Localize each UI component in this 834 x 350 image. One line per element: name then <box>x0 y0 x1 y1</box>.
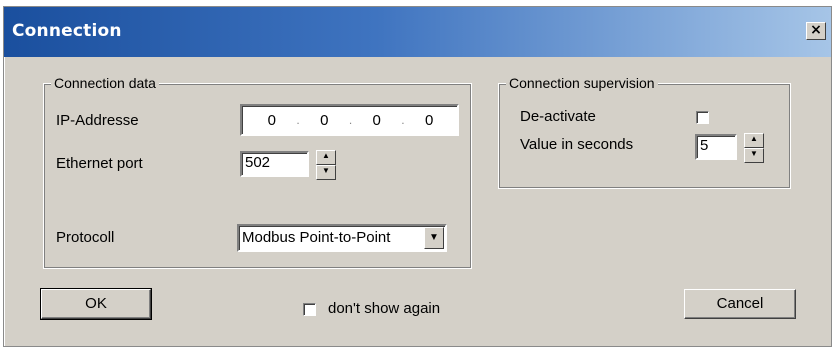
ip-address-label: IP-Addresse <box>56 112 139 129</box>
window-title: Connection <box>12 21 122 41</box>
title-bar[interactable]: Connection × <box>4 7 831 57</box>
seconds-input[interactable]: 5 <box>695 134 737 160</box>
protocol-label: Protocoll <box>56 229 115 246</box>
seconds-spinner: ▲ ▼ <box>744 133 764 163</box>
dont-show-again-checkbox[interactable] <box>303 303 316 316</box>
ip-separator: . <box>348 113 353 127</box>
ip-octet-3[interactable]: 0 <box>366 112 388 129</box>
spin-down-icon[interactable]: ▼ <box>316 165 336 180</box>
connection-data-legend: Connection data <box>51 74 159 92</box>
close-button[interactable]: × <box>806 22 826 40</box>
protocol-select[interactable]: Modbus Point-to-Point ▼ <box>237 224 447 252</box>
ethernet-port-label: Ethernet port <box>56 155 143 172</box>
ip-octet-1[interactable]: 0 <box>261 112 283 129</box>
close-icon: × <box>810 22 822 38</box>
cancel-button[interactable]: Cancel <box>684 289 796 319</box>
spin-up-icon[interactable]: ▲ <box>744 133 764 148</box>
protocol-selected-value: Modbus Point-to-Point <box>242 229 391 246</box>
ip-octet-4[interactable]: 0 <box>418 112 440 129</box>
spin-up-icon[interactable]: ▲ <box>316 150 336 165</box>
ip-separator: . <box>401 113 405 127</box>
ip-octet-2[interactable]: 0 <box>313 112 335 129</box>
ip-address-input[interactable]: 0 . 0 . 0 . 0 <box>240 104 459 136</box>
connection-dialog: Connection × Connection data IP-Addresse… <box>3 6 832 347</box>
connection-supervision-group: Connection supervision De-activate Value… <box>498 74 791 189</box>
connection-supervision-legend: Connection supervision <box>506 74 658 92</box>
ethernet-port-input[interactable]: 502 <box>240 151 309 177</box>
connection-data-group: Connection data IP-Addresse 0 . 0 . 0 . … <box>43 74 472 269</box>
dont-show-again-label[interactable]: don't show again <box>328 300 440 318</box>
seconds-label: Value in seconds <box>520 136 634 153</box>
deactivate-label: De-activate <box>520 108 596 125</box>
ip-separator: . <box>296 113 300 127</box>
spin-down-icon[interactable]: ▼ <box>744 148 764 163</box>
ethernet-port-spinner: ▲ ▼ <box>316 150 336 180</box>
chevron-down-icon[interactable]: ▼ <box>424 227 444 249</box>
deactivate-checkbox[interactable] <box>696 111 709 124</box>
ok-button[interactable]: OK <box>40 288 152 320</box>
